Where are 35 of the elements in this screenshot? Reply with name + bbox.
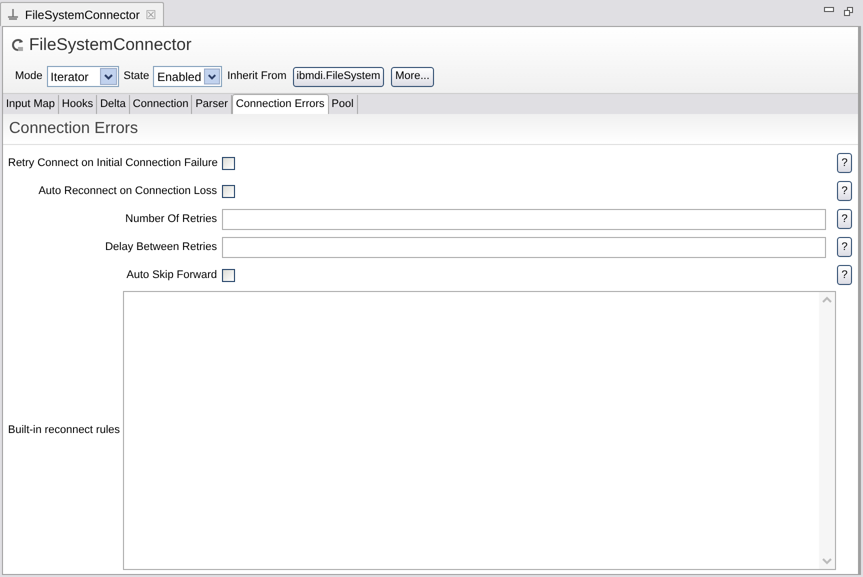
help-button[interactable]: ?: [837, 237, 852, 257]
scrollbar[interactable]: [819, 292, 835, 569]
text-field[interactable]: [222, 208, 826, 230]
state-select[interactable]: Enabled: [153, 66, 222, 87]
inherit-from-label: Inherit From: [227, 69, 287, 84]
dropdown-caret-icon: [204, 68, 220, 85]
section-title: Connection Errors: [9, 119, 138, 139]
help-button[interactable]: ?: [837, 265, 852, 285]
inherit-button[interactable]: ibmdi.FileSystem: [292, 66, 384, 86]
help-button[interactable]: ?: [837, 209, 852, 229]
text-field[interactable]: [222, 236, 826, 258]
field-label: Retry Connect on Initial Connection Failure: [8, 156, 217, 171]
editor-tab-title: FileSystemConnector: [25, 6, 140, 24]
tab[interactable]: Connection Errors: [232, 94, 329, 114]
connector-icon: [7, 8, 19, 20]
help-button[interactable]: ?: [837, 153, 852, 173]
checkbox[interactable]: [222, 156, 235, 170]
help-button[interactable]: ?: [837, 181, 852, 201]
dropdown-caret-icon: [100, 68, 117, 85]
field-label: Auto Skip Forward: [126, 268, 217, 283]
restore-icon[interactable]: [844, 7, 853, 16]
checkbox[interactable]: [222, 268, 235, 282]
field-label: Auto Reconnect on Connection Loss: [37, 184, 217, 199]
state-label: State: [124, 69, 150, 84]
editor-tab[interactable]: FileSystemConnector ☒: [0, 2, 164, 26]
mode-select[interactable]: Iterator: [46, 66, 119, 87]
field-label: Built-in reconnect rules: [8, 423, 121, 438]
mode-label: Mode: [15, 69, 43, 84]
refresh-connector-icon: [11, 38, 25, 52]
checkbox[interactable]: [222, 184, 235, 198]
field-label: Number Of Retries: [124, 212, 217, 227]
connector-title: FileSystemConnector: [29, 34, 192, 56]
more-button[interactable]: More...: [391, 66, 434, 86]
minimize-icon[interactable]: [824, 7, 834, 12]
field-label: Delay Between Retries: [104, 240, 217, 255]
